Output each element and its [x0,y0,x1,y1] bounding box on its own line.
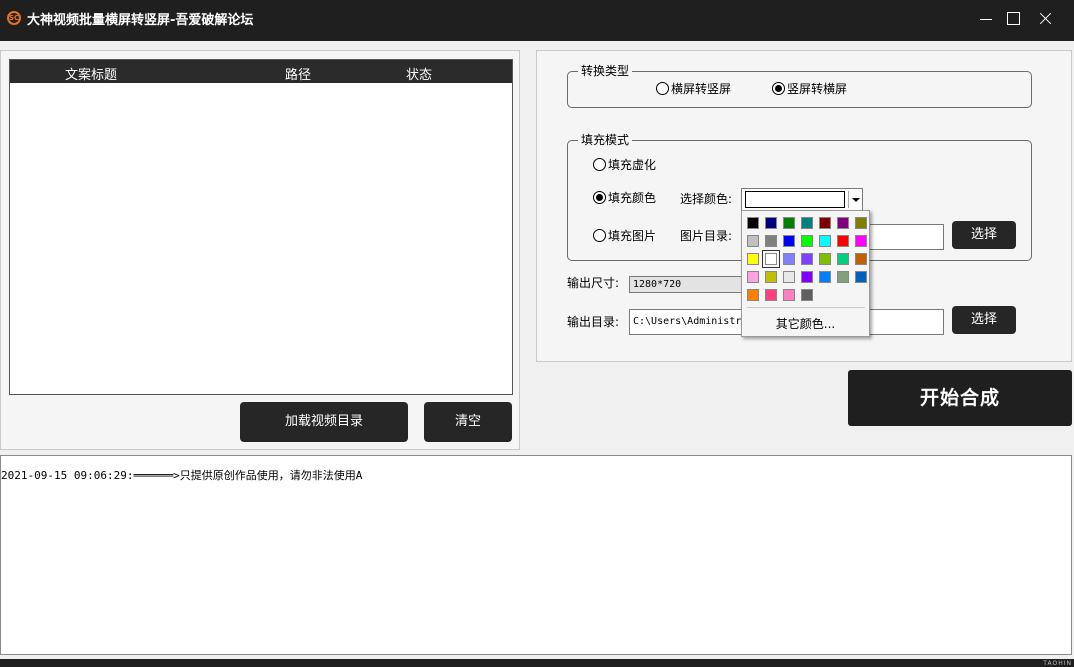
color-swatch[interactable] [819,217,831,229]
color-swatch[interactable] [801,253,813,265]
color-swatch[interactable] [765,271,777,283]
color-swatch[interactable] [765,289,777,301]
clear-button[interactable]: 清空 [424,402,512,442]
color-swatch[interactable] [765,217,777,229]
color-swatch[interactable] [837,235,849,247]
column-header-status[interactable]: 状态 [406,64,432,83]
radio-circle-checked [593,191,606,204]
color-swatch[interactable] [837,253,849,265]
log-output[interactable]: 2021-09-15 09:06:29:══════>只提供原创作品使用，请勿非… [0,455,1072,655]
color-swatch[interactable] [747,217,759,229]
color-swatch[interactable] [783,235,795,247]
column-header-path[interactable]: 路径 [285,64,311,83]
color-swatch[interactable] [837,217,849,229]
color-swatch[interactable] [837,271,849,283]
close-icon[interactable] [1028,0,1062,38]
status-bar: TAOHIN [0,659,1074,667]
color-swatch[interactable] [801,235,813,247]
color-swatch[interactable] [855,235,867,247]
color-label: 选择颜色: [680,192,733,206]
watermark-text: TAOHIN [1043,660,1072,667]
window-title: 大神视频批量横屏转竖屏-吾爱破解论坛 [27,13,254,28]
image-dir-select-button[interactable]: 选择 [952,221,1016,249]
color-swatch[interactable] [783,217,795,229]
color-swatch[interactable] [783,271,795,283]
fill-mode-legend: 填充模式 [578,132,633,148]
color-swatch[interactable] [855,271,867,283]
column-header-title[interactable]: 文案标题 [65,64,117,83]
color-palette-popup: 其它颜色... [741,210,870,337]
output-dir-select-button[interactable]: 选择 [952,306,1016,334]
output-size-select[interactable]: 1280*720 [629,276,749,293]
color-swatch[interactable] [801,271,813,283]
convert-type-legend: 转换类型 [578,63,633,79]
radio-fill-color[interactable]: 填充颜色 [593,191,656,205]
color-swatch[interactable] [783,289,795,301]
color-swatch[interactable] [819,235,831,247]
output-dir-label: 输出目录: [567,315,620,329]
color-swatch[interactable] [819,253,831,265]
start-merge-button[interactable]: 开始合成 [848,370,1072,426]
image-dir-label: 图片目录: [680,229,733,243]
log-line: 2021-09-15 09:06:29:══════>只提供原创作品使用，请勿非… [1,469,363,482]
color-swatch[interactable] [801,217,813,229]
chevron-down-icon[interactable] [848,191,861,208]
radio-portrait-to-landscape[interactable]: 竖屏转横屏 [772,82,847,96]
radio-label: 填充图片 [608,229,657,243]
radio-label: 竖屏转横屏 [787,82,848,96]
radio-label: 横屏转竖屏 [671,82,732,96]
load-video-dir-button[interactable]: 加载视频目录 [240,402,408,442]
color-swatch[interactable] [801,289,813,301]
color-swatch[interactable] [762,250,780,268]
color-swatch[interactable] [783,253,795,265]
color-picker-dropdown[interactable] [741,188,863,211]
app-logo-icon: SC [7,11,21,25]
color-swatch[interactable] [747,235,759,247]
color-swatch[interactable] [765,235,777,247]
radio-circle [593,229,606,242]
color-swatch[interactable] [747,271,759,283]
radio-label: 填充颜色 [608,191,657,205]
maximize-icon[interactable] [997,0,1031,38]
file-list-table[interactable]: 文案标题 路径 状态 [9,59,513,395]
more-colors-button[interactable]: 其它颜色... [742,315,869,332]
output-size-label: 输出尺寸: [567,276,620,290]
color-swatch[interactable] [747,253,759,265]
radio-fill-image[interactable]: 填充图片 [593,229,656,243]
color-swatch[interactable] [855,217,867,229]
color-swatch[interactable] [747,289,759,301]
palette-divider [747,307,865,308]
color-swatch[interactable] [819,271,831,283]
selected-color-swatch [745,191,845,208]
color-swatch[interactable] [855,253,867,265]
file-list-panel: 文案标题 路径 状态 [0,50,520,450]
radio-circle [656,82,669,95]
table-header: 文案标题 路径 状态 [10,60,512,83]
radio-landscape-to-portrait[interactable]: 横屏转竖屏 [656,82,731,96]
radio-circle [593,158,606,171]
radio-label: 填充虚化 [608,158,657,172]
title-bar: SC 大神视频批量横屏转竖屏-吾爱破解论坛 [0,0,1074,41]
radio-fill-blur[interactable]: 填充虚化 [593,158,656,172]
radio-circle-checked [772,82,785,95]
